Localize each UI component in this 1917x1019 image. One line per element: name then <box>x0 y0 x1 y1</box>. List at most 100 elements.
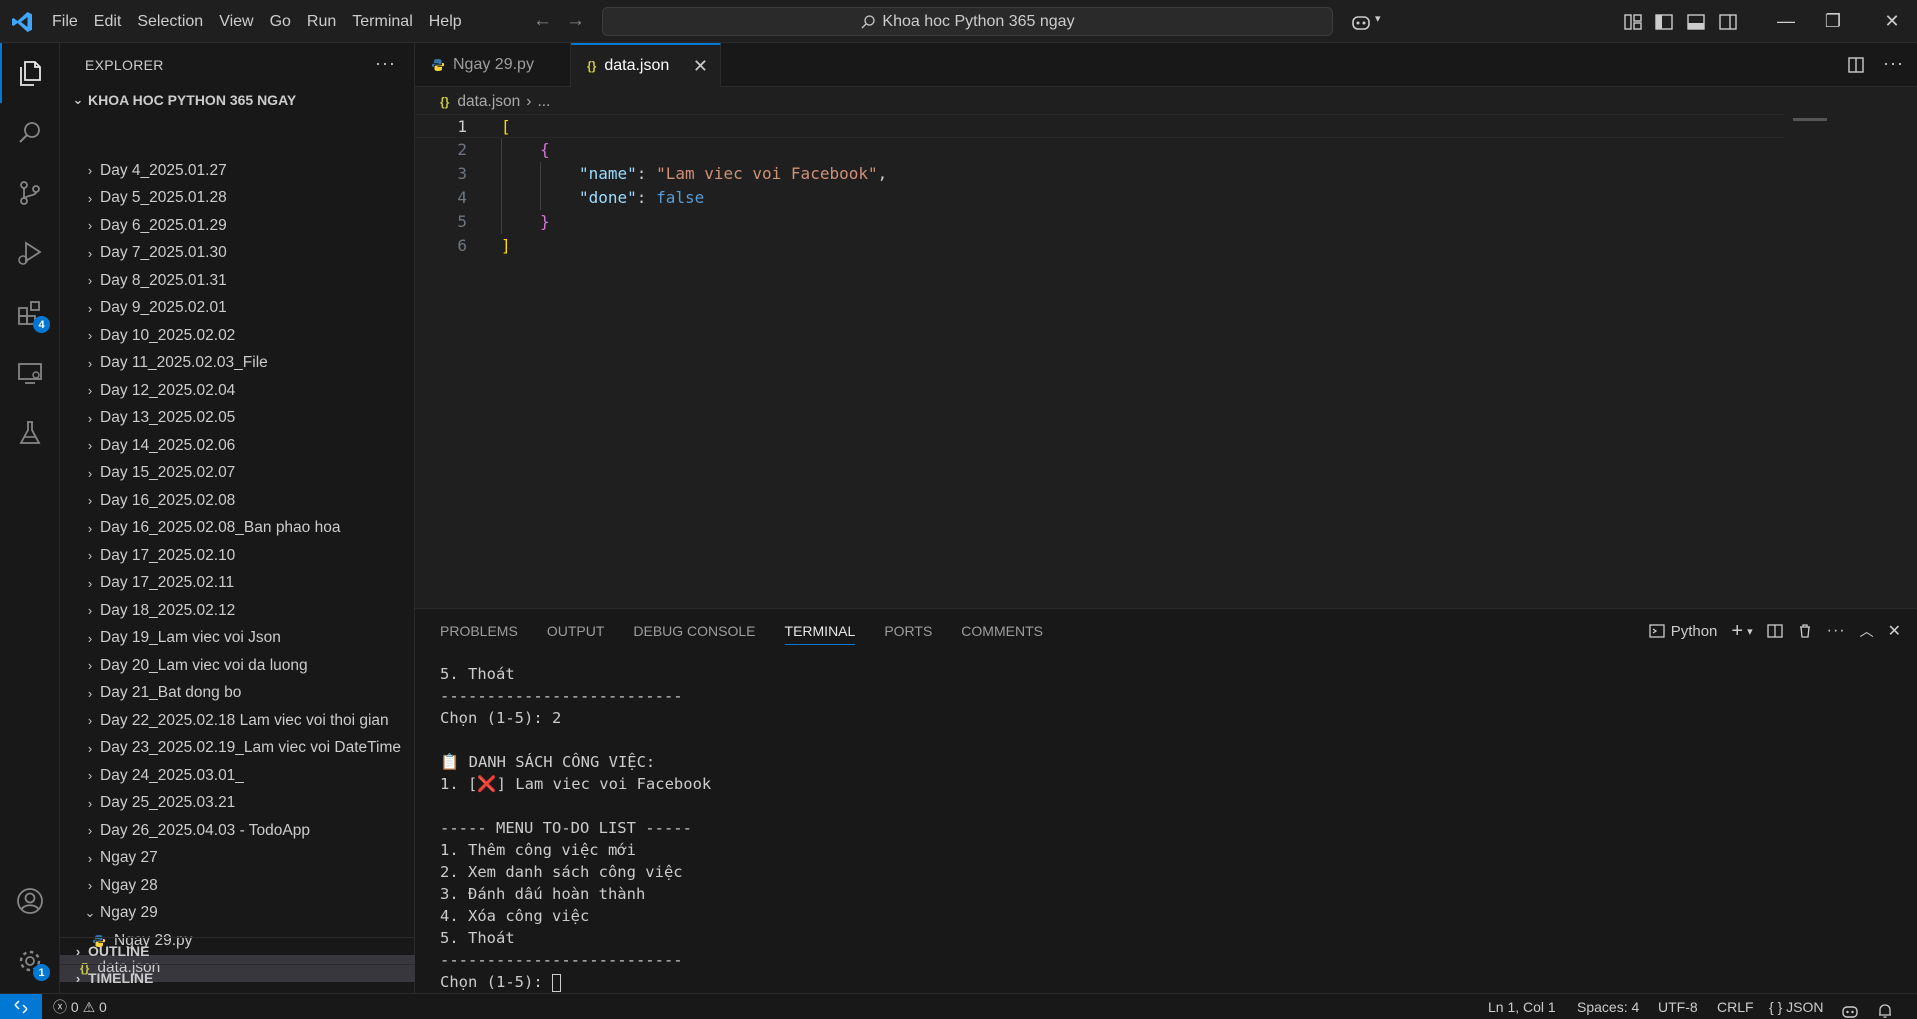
editor-tabs: Ngay 29.py {} data.json ✕ ··· <box>415 43 1917 87</box>
copilot-icon[interactable] <box>1350 11 1372 33</box>
folder-item[interactable]: › Day 6_2025.01.29 <box>60 212 415 240</box>
tab-data-json[interactable]: {} data.json ✕ <box>571 43 721 87</box>
breadcrumb-file[interactable]: data.json <box>457 93 520 111</box>
chevron-down-icon[interactable]: ▾ <box>1747 625 1753 638</box>
tab-ports[interactable]: PORTS <box>884 609 932 653</box>
remote-explorer-icon[interactable] <box>0 343 60 403</box>
folder-item[interactable]: › Day 14_2025.02.06 <box>60 432 415 460</box>
menu-selection[interactable]: Selection <box>129 0 211 43</box>
folder-item[interactable]: › Day 22_2025.02.18 Lam viec voi thoi gia… <box>60 707 415 735</box>
tab-debug-console[interactable]: DEBUG CONSOLE <box>633 609 755 653</box>
toggle-secondary-sidebar-icon[interactable] <box>1717 11 1739 33</box>
folder-item[interactable]: › Day 16_2025.02.08 <box>60 487 415 515</box>
new-terminal-plus-icon[interactable]: + <box>1731 620 1743 643</box>
copilot-icon[interactable] <box>1841 998 1859 1019</box>
terminal-shell-selector[interactable]: Python <box>1649 623 1717 640</box>
terminal-output[interactable]: 5. Thoát -------------------------- Chọn (… <box>440 663 711 993</box>
remote-indicator-icon[interactable] <box>0 994 42 1019</box>
menu-go[interactable]: Go <box>262 0 299 43</box>
outline-section[interactable]: › OUTLINE <box>60 937 415 964</box>
folder-item[interactable]: › Day 15_2025.02.07 <box>60 460 415 488</box>
menu-file[interactable]: File <box>44 0 86 43</box>
maximize-panel-chevron-up-icon[interactable]: ︿ <box>1860 621 1874 641</box>
indentation[interactable]: Spaces: 4 <box>1577 994 1639 1019</box>
tab-ngay29-py[interactable]: Ngay 29.py <box>415 43 571 87</box>
timeline-section[interactable]: › TIMELINE <box>60 964 415 991</box>
split-terminal-icon[interactable] <box>1766 623 1783 639</box>
folder-item[interactable]: › Day 16_2025.02.08_Ban phao hoa <box>60 515 415 543</box>
breadcrumb-symbol[interactable]: ... <box>537 93 550 111</box>
folder-item[interactable]: › Day 18_2025.02.12 <box>60 597 415 625</box>
accounts-icon[interactable] <box>0 871 60 931</box>
folder-item[interactable]: › Day 10_2025.02.02 <box>60 322 415 350</box>
cursor-position[interactable]: Ln 1, Col 1 <box>1488 994 1556 1019</box>
toggle-panel-icon[interactable] <box>1685 11 1707 33</box>
more-actions-icon[interactable]: ··· <box>1827 622 1846 640</box>
language-mode[interactable]: { } JSON <box>1769 994 1823 1019</box>
more-actions-icon[interactable]: ··· <box>375 53 396 74</box>
folder-item[interactable]: › Day 26_2025.04.03 - TodoApp <box>60 817 415 845</box>
folder-item[interactable]: › Day 13_2025.02.05 <box>60 405 415 433</box>
folder-item[interactable]: › Day 25_2025.03.21 <box>60 790 415 818</box>
menu-edit[interactable]: Edit <box>86 0 130 43</box>
close-panel-icon[interactable]: ✕ <box>1888 621 1901 641</box>
encoding[interactable]: UTF-8 <box>1658 994 1698 1019</box>
extensions-icon[interactable]: 4 <box>0 283 60 343</box>
search-icon[interactable] <box>0 103 60 163</box>
code-editor[interactable]: 1 [ 2 { 3 "name": "Lam viec voi Facebook… <box>415 114 1917 608</box>
folder-item[interactable]: › Day 9_2025.02.01 <box>60 295 415 323</box>
tab-output[interactable]: OUTPUT <box>547 609 605 653</box>
close-window-icon[interactable]: ✕ <box>1869 0 1915 43</box>
folder-item[interactable]: › Ngay 28 <box>60 872 415 900</box>
menu-terminal[interactable]: Terminal <box>344 0 420 43</box>
more-actions-icon[interactable]: ··· <box>1883 53 1904 74</box>
terminal-text: 2. Xem danh sách công việc <box>440 863 683 881</box>
customize-layout-icon[interactable] <box>1622 11 1644 33</box>
explorer-icon[interactable] <box>0 43 60 103</box>
folder-item[interactable]: › Ngay 27 <box>60 845 415 873</box>
copilot-chevron-down-icon[interactable]: ▾ <box>1375 12 1381 25</box>
tab-terminal[interactable]: TERMINAL <box>784 609 855 653</box>
folder-item[interactable]: › Day 23_2025.02.19_Lam viec voi DateTime <box>60 735 415 763</box>
back-arrow-icon[interactable]: ← <box>533 10 552 32</box>
tab-problems[interactable]: PROBLEMS <box>440 609 518 653</box>
toggle-primary-sidebar-icon[interactable] <box>1653 11 1675 33</box>
folder-item[interactable]: › Day 20_Lam viec voi da luong <box>60 652 415 680</box>
restore-icon[interactable]: ❐ <box>1810 0 1856 43</box>
folder-item[interactable]: › Day 12_2025.02.04 <box>60 377 415 405</box>
vscode-logo-icon[interactable] <box>10 10 34 34</box>
folder-item[interactable]: › Day 4_2025.01.27 <box>60 157 415 185</box>
source-control-icon[interactable] <box>0 163 60 223</box>
tab-comments[interactable]: COMMENTS <box>961 609 1043 653</box>
testing-icon[interactable] <box>0 403 60 463</box>
folder-item[interactable]: › Day 24_2025.03.01_ <box>60 762 415 790</box>
folder-item[interactable]: › Day 17_2025.02.10 <box>60 542 415 570</box>
folder-item-open[interactable]: ⌄ Ngay 29 <box>60 900 415 928</box>
folder-item[interactable]: › Day 19_Lam viec voi Json <box>60 625 415 653</box>
forward-arrow-icon[interactable]: → <box>566 10 585 32</box>
project-section-header[interactable]: ⌄ KHOA HOC PYTHON 365 NGAY <box>60 87 414 113</box>
folder-item[interactable]: › Day 5_2025.01.28 <box>60 185 415 213</box>
menu-help[interactable]: Help <box>421 0 470 43</box>
folder-item[interactable]: › Day 17_2025.02.11 <box>60 570 415 598</box>
manage-gear-icon[interactable]: 1 <box>0 931 60 991</box>
end-of-line[interactable]: CRLF <box>1717 994 1754 1019</box>
trash-icon[interactable] <box>1797 623 1813 639</box>
menu-run[interactable]: Run <box>299 0 344 43</box>
run-and-debug-icon[interactable] <box>0 223 60 283</box>
folder-item[interactable]: › Day 11_2025.02.03_File <box>60 350 415 378</box>
minimize-icon[interactable]: — <box>1763 0 1809 43</box>
close-icon[interactable]: ✕ <box>693 56 708 77</box>
menu-view[interactable]: View <box>211 0 261 43</box>
folder-item[interactable]: › Day 21_Bat dong bo <box>60 680 415 708</box>
terminal-icon <box>1649 624 1665 638</box>
minimap[interactable] <box>1793 118 1827 121</box>
folder-item[interactable]: › Day 7_2025.01.30 <box>60 240 415 268</box>
folder-label: Ngay 27 <box>100 849 158 867</box>
problems-status[interactable]: ⓧ 0 ⚠ 0 <box>53 994 107 1019</box>
notifications-bell-icon[interactable] <box>1876 998 1894 1019</box>
search-icon <box>861 14 876 28</box>
split-editor-icon[interactable] <box>1847 56 1865 74</box>
folder-item[interactable]: › Day 8_2025.01.31 <box>60 267 415 295</box>
command-center-search[interactable]: Khoa hoc Python 365 ngay <box>602 7 1333 36</box>
